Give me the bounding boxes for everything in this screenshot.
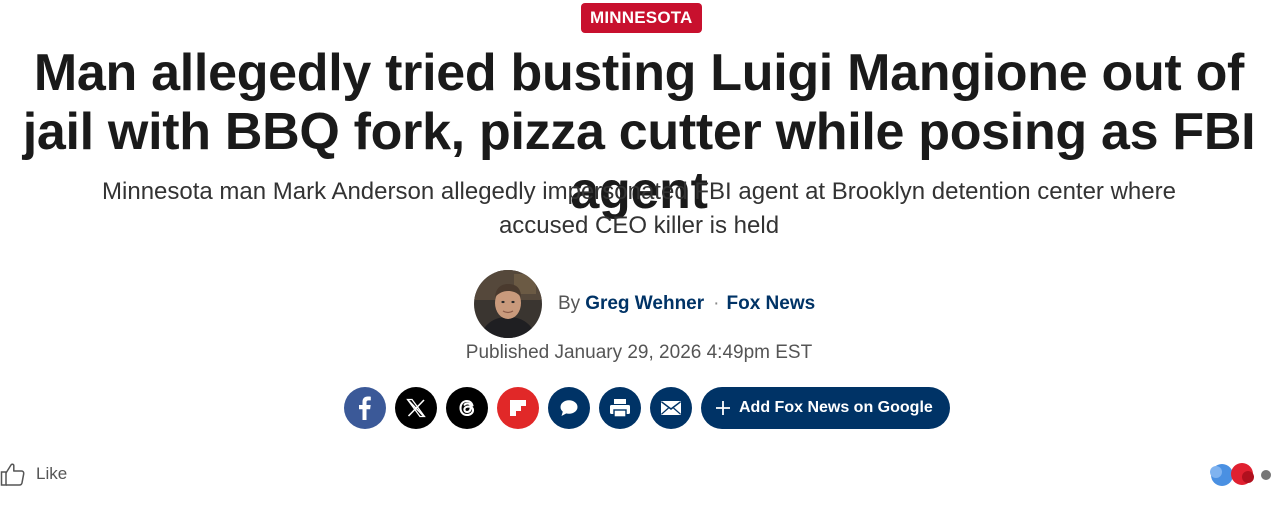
category-badge[interactable]: MINNESOTA	[581, 3, 702, 33]
subheadline: Minnesota man Mark Anderson allegedly im…	[102, 178, 1176, 239]
like-label: Like	[36, 464, 68, 483]
author-link[interactable]: Greg Wehner	[585, 293, 704, 315]
share-bar: Add Fox News on Google	[344, 387, 950, 429]
share-facebook-button[interactable]	[344, 387, 386, 429]
share-threads-button[interactable]	[446, 387, 488, 429]
author-avatar[interactable]	[474, 270, 542, 338]
x-icon	[406, 398, 426, 418]
thumbs-up-icon	[0, 463, 25, 486]
byline-separator: ·	[713, 293, 720, 314]
email-icon	[661, 401, 681, 415]
facebook-icon	[359, 396, 371, 420]
add-fox-news-on-google-button[interactable]: Add Fox News on Google	[701, 387, 950, 429]
share-x-button[interactable]	[395, 387, 437, 429]
comment-icon	[560, 400, 578, 416]
share-print-button[interactable]	[599, 387, 641, 429]
author-row: By Greg Wehner · Fox News	[474, 270, 815, 338]
threads-icon	[459, 399, 475, 417]
share-comments-button[interactable]	[548, 387, 590, 429]
flipboard-icon	[510, 400, 526, 416]
plus-icon	[715, 400, 731, 416]
reaction-icons[interactable]	[1208, 460, 1278, 490]
share-flipboard-button[interactable]	[497, 387, 539, 429]
byline-prefix: By	[558, 293, 581, 314]
share-email-button[interactable]	[650, 387, 692, 429]
byline: By Greg Wehner · Fox News	[558, 293, 815, 315]
published-timestamp: Published January 29, 2026 4:49pm EST	[465, 342, 813, 363]
like-button[interactable]: Like	[0, 459, 67, 489]
print-icon	[610, 399, 630, 418]
outlet-link[interactable]: Fox News	[726, 293, 815, 315]
add-google-label: Add Fox News on Google	[739, 399, 933, 416]
article-header: MINNESOTA Man allegedly tried busting Lu…	[0, 0, 1278, 520]
